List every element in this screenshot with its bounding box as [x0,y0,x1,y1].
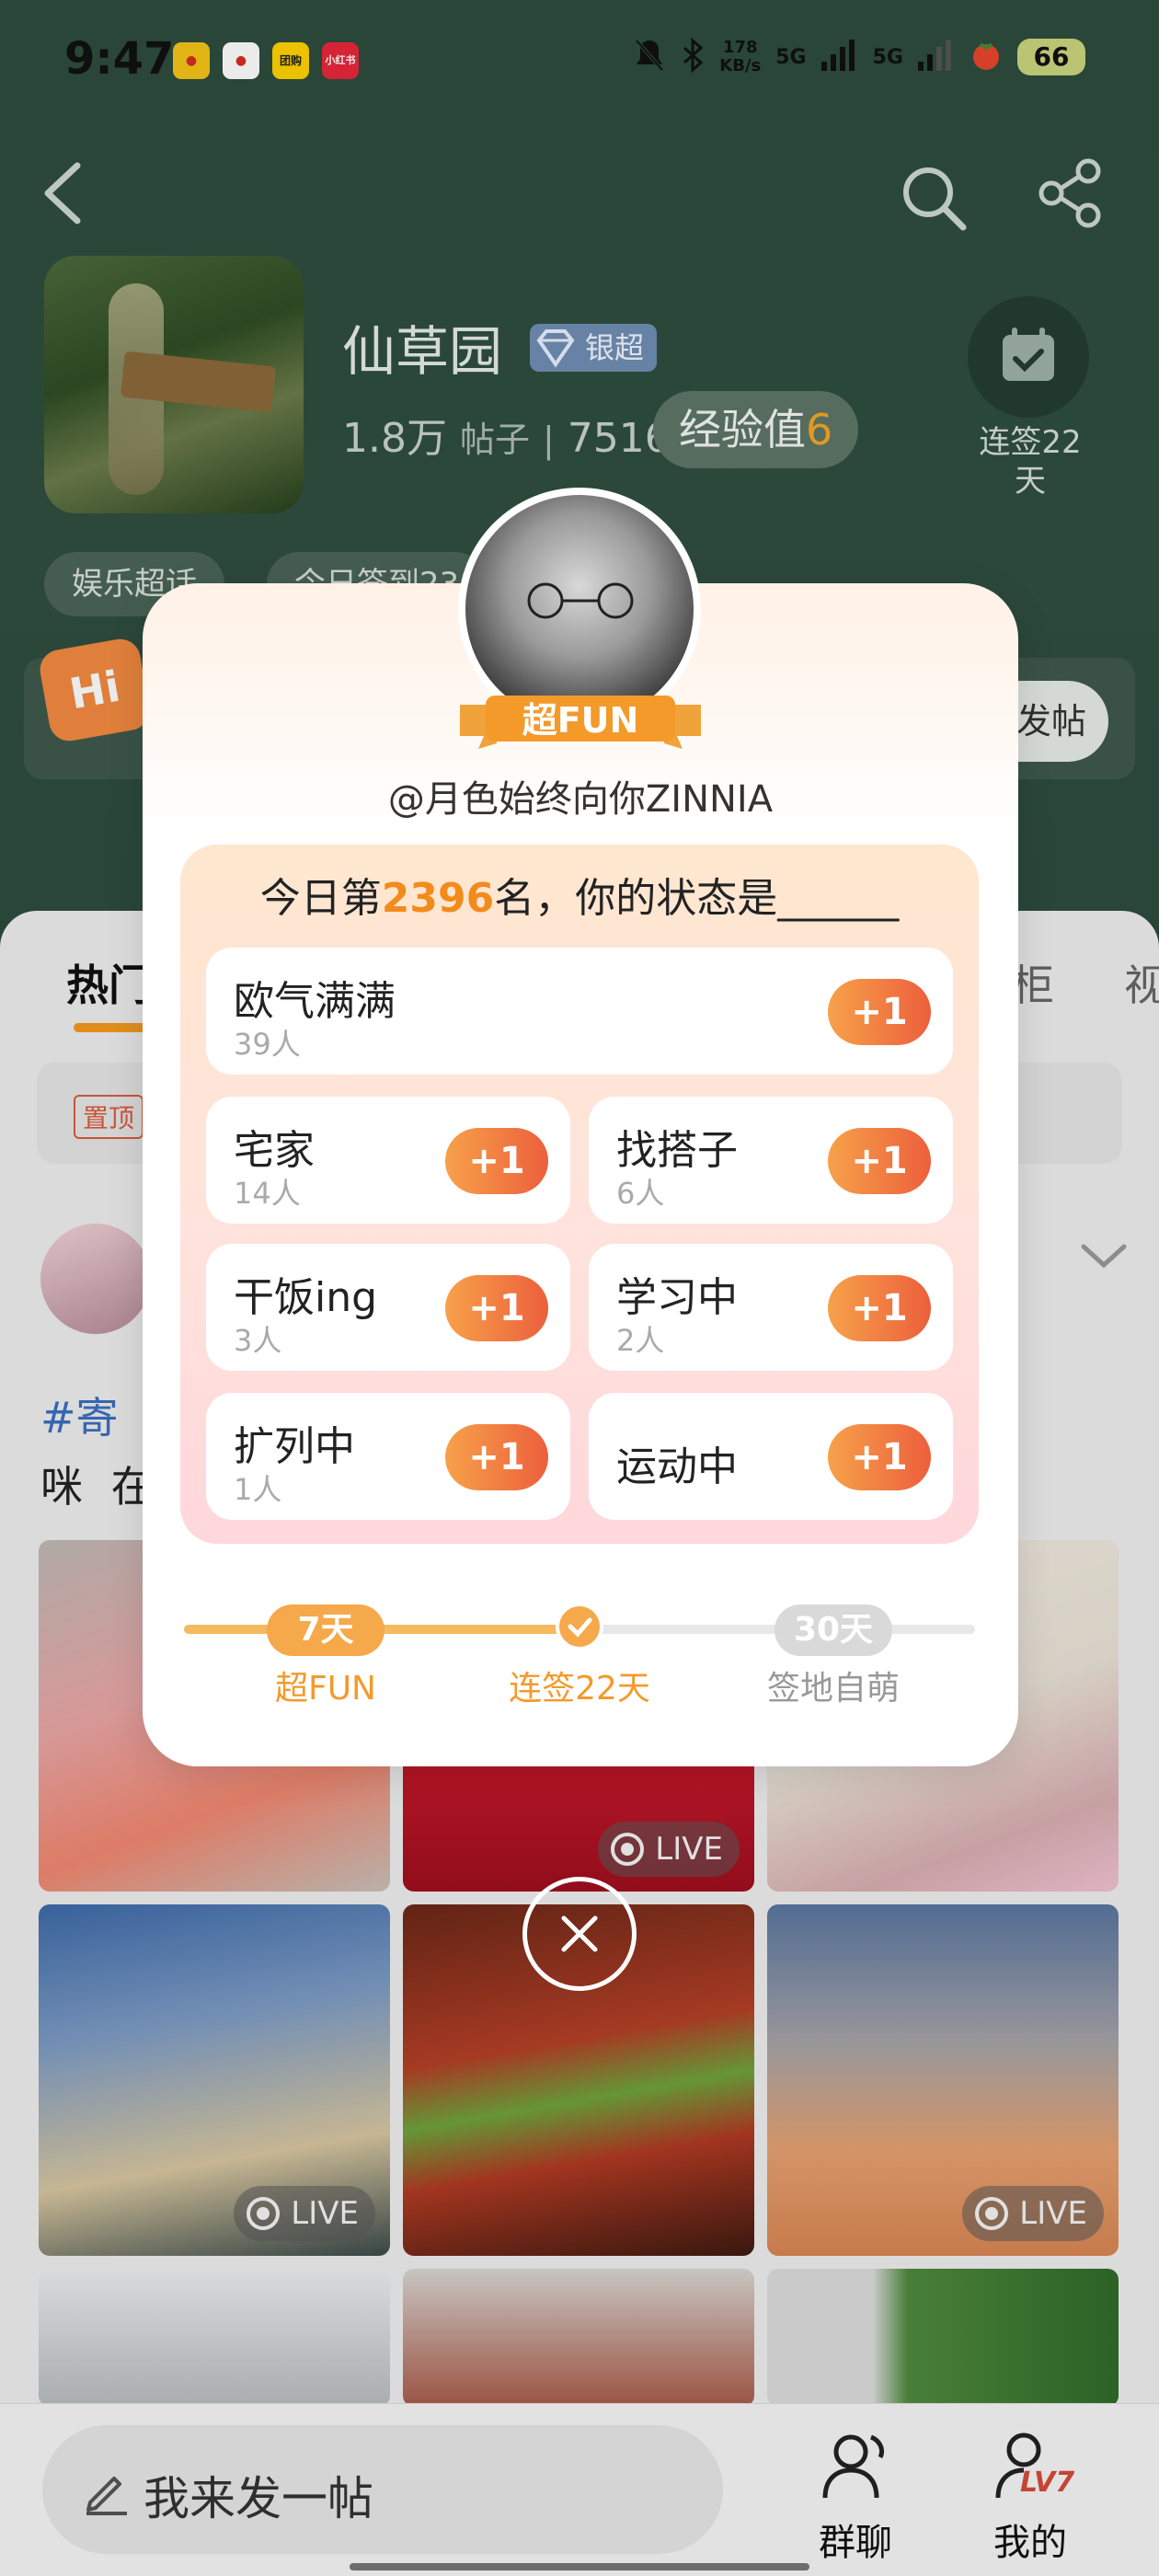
close-icon [561,1915,598,1952]
milestone-label-self: 签地自萌 [766,1670,900,1708]
option-name: 宅家 [234,1127,315,1174]
plus-one-button[interactable]: +1 [445,1275,548,1341]
plus-one-button[interactable]: +1 [445,1128,548,1194]
ribbon-label: 超FUN [522,700,639,741]
status-question: 今日第2396名，你的状态是______ [259,875,900,922]
plus-one-button[interactable]: +1 [828,1275,931,1341]
option-count: 3人 [234,1323,282,1358]
milestone-label-streak: 连签22天 [509,1670,650,1708]
option-count: 6人 [616,1176,665,1211]
option-count: 2人 [616,1323,665,1358]
option-name: 运动中 [616,1443,738,1490]
status-option-exercising[interactable]: 运动中 +1 [589,1393,953,1520]
rank-number: 2396 [381,875,495,922]
option-count: 1人 [234,1472,282,1507]
milestone-7-days: 7天 [267,1604,384,1656]
status-option-expanding[interactable]: 扩列中 1人 +1 [206,1393,570,1520]
milestone-label-fun: 超FUN [275,1670,376,1708]
status-option-homebody[interactable]: 宅家 14人 +1 [206,1097,570,1224]
status-option-find-buddy[interactable]: 找搭子 6人 +1 [589,1097,953,1224]
plus-one-button[interactable]: +1 [828,979,931,1045]
milestone-30-days: 30天 [775,1604,892,1656]
option-count: 39人 [234,1027,301,1062]
status-option-lucky[interactable]: 欧气满满 39人 +1 [206,948,953,1075]
plus-one-button[interactable]: +1 [828,1128,931,1194]
option-name: 干饭ing [234,1274,378,1321]
check-icon [568,1617,592,1638]
option-count: 14人 [234,1176,301,1211]
status-option-eating[interactable]: 干饭ing 3人 +1 [206,1244,570,1371]
option-name: 扩列中 [234,1423,355,1470]
plus-one-button[interactable]: +1 [828,1424,931,1490]
option-name: 学习中 [616,1274,738,1321]
glasses-icon [527,582,634,619]
status-option-studying[interactable]: 学习中 2人 +1 [589,1244,953,1371]
plus-one-button[interactable]: +1 [445,1424,548,1490]
modal-username: @月色始终向你ZINNIA [387,778,774,821]
option-name: 找搭子 [616,1127,738,1174]
option-name: 欧气满满 [234,978,396,1025]
close-modal-button[interactable] [522,1877,637,1991]
milestone-current-check [556,1603,603,1650]
